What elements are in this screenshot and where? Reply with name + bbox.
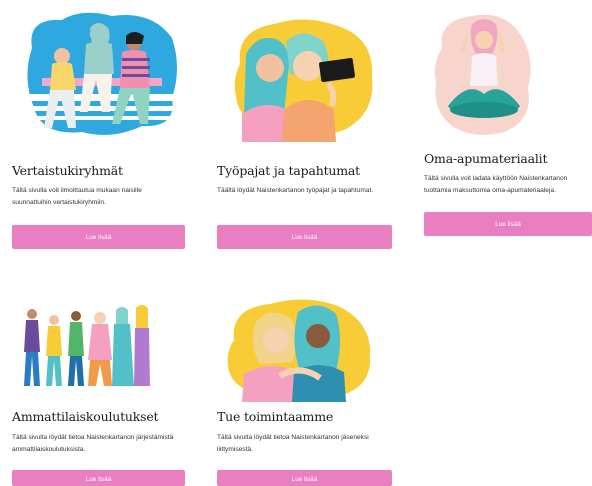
read-more-button[interactable]: Lue lisää (217, 470, 392, 486)
two-women-hugging-illustration (227, 299, 371, 402)
card-title: Ammattilaiskoulutukset (12, 409, 159, 424)
card-description: Täältä löydät Naistenkartanon työpajat j… (217, 187, 374, 194)
card-title: Työpajat ja tapahtumat (217, 163, 360, 178)
group-of-women-illustration (24, 305, 150, 386)
card-title: Tue toimintaamme (217, 409, 334, 424)
card-description: Tältä sivulta löydät tietoa Naistenkarta… (12, 434, 174, 453)
read-more-button[interactable]: Lue lisää (424, 212, 592, 236)
workshop-selfie-illustration (234, 19, 373, 142)
read-more-button[interactable]: Lue lisää (12, 225, 185, 249)
peer-support-group-illustration (26, 12, 178, 135)
meditating-woman-illustration (434, 14, 531, 135)
card-title: Oma-apumateriaalit (424, 151, 548, 166)
card-description: Tältä sivulla voit ilmoittautua mukaan n… (12, 187, 142, 206)
card-description: Tältä sivulta löydät tietoa Naistenkarta… (217, 434, 369, 453)
read-more-button[interactable]: Lue lisää (217, 225, 392, 249)
card-description: Tältä sivulla voit ladata käyttöön Naist… (424, 175, 568, 194)
card-title: Vertaistukiryhmät (12, 163, 123, 178)
read-more-button[interactable]: Lue lisää (12, 470, 185, 486)
